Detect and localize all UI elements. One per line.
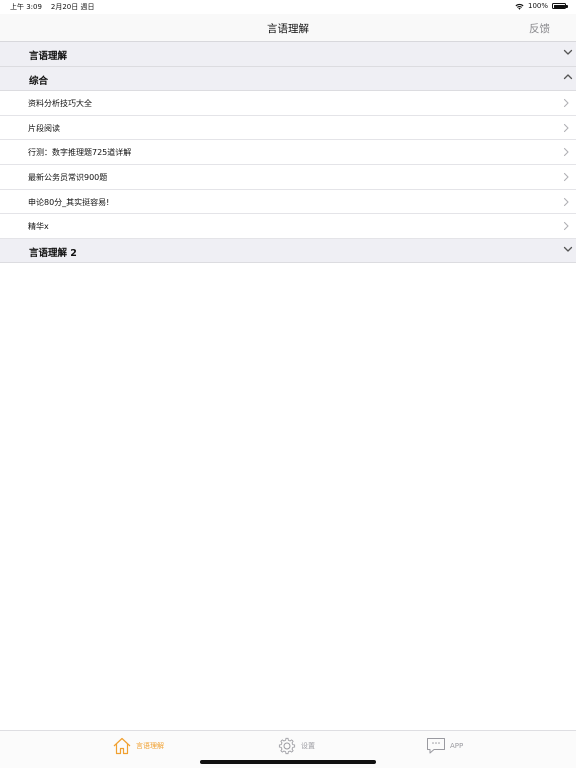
tab-app[interactable]: APP bbox=[426, 737, 463, 755]
tab-app-label: APP bbox=[450, 742, 464, 750]
battery-percent: 100% bbox=[527, 2, 548, 10]
status-indicators: 100% bbox=[515, 2, 568, 10]
list-item-label: 片段阅读 bbox=[28, 123, 60, 133]
tab-home-label: 言语理解 bbox=[136, 742, 164, 750]
battery-fill bbox=[553, 4, 565, 8]
tab-settings-label: 设置 bbox=[301, 742, 315, 750]
section-label: 综合 bbox=[29, 75, 49, 87]
list-item[interactable]: 精华x bbox=[0, 214, 576, 239]
chevron-right-icon bbox=[563, 123, 569, 132]
chevron-right-icon bbox=[563, 222, 569, 231]
chevron-right-icon bbox=[563, 99, 569, 108]
tab-home[interactable]: 言语理解 bbox=[112, 737, 164, 755]
list-item-label: 最新公务员常识900题 bbox=[28, 172, 108, 182]
section-label: 言语理解 bbox=[29, 51, 68, 62]
chevron-up-icon bbox=[563, 73, 573, 79]
chevron-right-icon bbox=[563, 197, 569, 206]
battery-icon bbox=[552, 3, 568, 9]
list-item[interactable]: 行测：数字推理题725道详解 bbox=[0, 140, 576, 165]
section-header[interactable]: 言语理解 bbox=[0, 42, 576, 67]
category-list: 言语理解综合资料分析技巧大全 片段阅读行测：数字推理题725道详解 最新公务员常识9… bbox=[0, 42, 576, 264]
wifi-icon bbox=[515, 3, 524, 10]
page-title: 言语理解 bbox=[267, 23, 309, 35]
chevron-down-icon bbox=[563, 49, 573, 55]
status-time-date: 上午 3:09 2月20日 週日 bbox=[10, 2, 94, 12]
tab-settings[interactable]: 设置 bbox=[277, 737, 315, 755]
list-item[interactable]: 资料分析技巧大全 bbox=[0, 91, 576, 116]
chevron-right-icon bbox=[563, 172, 569, 182]
list-item[interactable]: 申论80分_其实挺容易! bbox=[0, 189, 576, 215]
navigation-bar: 言语理解 反馈 bbox=[0, 14, 576, 42]
list-item-label: 行测：数字推理题725道详解 bbox=[28, 148, 132, 158]
section-header[interactable]: 综合 bbox=[0, 66, 576, 92]
list-item-label: 精华x bbox=[28, 222, 49, 232]
status-date: 2月20日 週日 bbox=[50, 3, 95, 11]
chat-bubble-icon bbox=[427, 738, 445, 754]
list-item[interactable]: 最新公务员常识900题 bbox=[0, 164, 576, 190]
gear-icon bbox=[278, 737, 296, 755]
section-label: 言语理解 2 bbox=[29, 247, 77, 259]
feedback-button[interactable]: 反馈 bbox=[529, 21, 550, 36]
list-item-label: 申论80分_其实挺容易! bbox=[28, 197, 110, 207]
list-item[interactable]: 片段阅读 bbox=[0, 115, 576, 141]
chevron-right-icon bbox=[563, 148, 569, 157]
section-header[interactable]: 言语理解 2 bbox=[0, 238, 576, 264]
status-bar: 上午 3:09 2月20日 週日 100% bbox=[0, 0, 576, 14]
chevron-down-icon bbox=[563, 246, 573, 252]
home-indicator bbox=[200, 760, 376, 764]
status-time: 上午 3:09 bbox=[10, 3, 42, 11]
list-item-label: 资料分析技巧大全 bbox=[28, 99, 92, 109]
home-icon bbox=[113, 737, 131, 755]
